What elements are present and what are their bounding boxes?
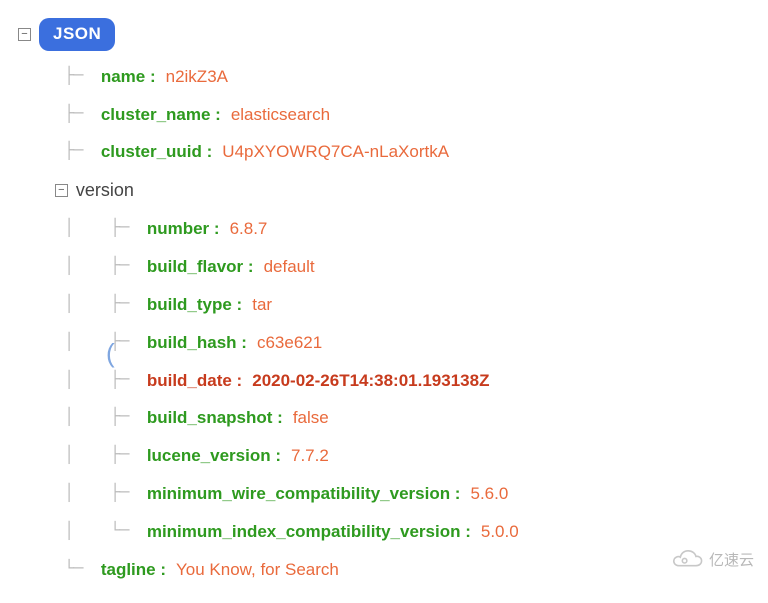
field-build-type: │ ├─ build_type : tar <box>18 293 760 317</box>
collapse-icon[interactable]: − <box>55 184 68 197</box>
field-tagline: └─ tagline : You Know, for Search <box>18 558 760 582</box>
field-name: ├─ name : n2ikZ3A <box>18 65 760 89</box>
key-label: cluster_name : <box>101 103 221 127</box>
tree-connector: ├─ <box>18 65 101 89</box>
watermark: 亿速云 <box>669 549 754 570</box>
key-label: build_snapshot : <box>147 406 283 430</box>
tree-connector: │ ├─ <box>18 482 147 506</box>
value-text: 6.8.7 <box>230 217 268 241</box>
key-label: minimum_index_compatibility_version : <box>147 520 471 544</box>
field-build-date: │ ├─ build_date : 2020-02-26T14:38:01.19… <box>18 369 760 393</box>
json-tree: − JSON ├─ name : n2ikZ3A ├─ cluster_name… <box>0 0 768 603</box>
tree-connector: ├─ <box>18 103 101 127</box>
tree-connector: │ ├─ <box>18 293 147 317</box>
field-number: │ ├─ number : 6.8.7 <box>18 217 760 241</box>
field-min-index: │ └─ minimum_index_compatibility_version… <box>18 520 760 544</box>
value-text: 5.0.0 <box>481 520 519 544</box>
key-label: build_flavor : <box>147 255 254 279</box>
value-text: n2ikZ3A <box>166 65 228 89</box>
tree-connector: │ ├─ <box>18 406 147 430</box>
highlight-brace-icon: ( <box>106 338 115 369</box>
field-version: − version <box>18 178 760 203</box>
json-badge: JSON <box>39 18 115 51</box>
key-label: name : <box>101 65 156 89</box>
object-key: version <box>76 178 134 203</box>
key-label: cluster_uuid : <box>101 140 212 164</box>
value-text: U4pXYOWRQ7CA-nLaXortkA <box>222 140 449 164</box>
field-cluster-name: ├─ cluster_name : elasticsearch <box>18 103 760 127</box>
tree-connector: └─ <box>18 558 101 582</box>
cloud-icon <box>669 550 703 570</box>
key-label: build_date : <box>147 369 242 393</box>
root-row: − JSON <box>18 18 760 51</box>
key-label: number : <box>147 217 220 241</box>
field-lucene-version: │ ├─ lucene_version : 7.7.2 <box>18 444 760 468</box>
key-label: lucene_version : <box>147 444 281 468</box>
value-text: 2020-02-26T14:38:01.193138Z <box>252 369 489 393</box>
tree-connector: │ ├─ <box>18 255 147 279</box>
tree-connector: │ ├─ <box>18 444 147 468</box>
value-text: default <box>264 255 315 279</box>
value-text: tar <box>252 293 272 317</box>
tree-connector: │ ├─ <box>18 331 147 355</box>
tree-connector: │ └─ <box>18 520 147 544</box>
tree-connector: │ ├─ <box>18 369 147 393</box>
key-label: build_hash : <box>147 331 247 355</box>
tree-connector: │ ├─ <box>18 217 147 241</box>
field-build-snapshot: │ ├─ build_snapshot : false <box>18 406 760 430</box>
collapse-icon[interactable]: − <box>18 28 31 41</box>
key-label: build_type : <box>147 293 242 317</box>
value-text: c63e621 <box>257 331 322 355</box>
value-text: false <box>293 406 329 430</box>
value-text: 7.7.2 <box>291 444 329 468</box>
watermark-text: 亿速云 <box>709 549 754 570</box>
key-label: tagline : <box>101 558 166 582</box>
tree-connector <box>18 179 55 203</box>
value-text: elasticsearch <box>231 103 330 127</box>
value-text: You Know, for Search <box>176 558 339 582</box>
field-build-hash: │ ├─ build_hash : c63e621 <box>18 331 760 355</box>
field-cluster-uuid: ├─ cluster_uuid : U4pXYOWRQ7CA-nLaXortkA <box>18 140 760 164</box>
value-text: 5.6.0 <box>470 482 508 506</box>
field-build-flavor: │ ├─ build_flavor : default <box>18 255 760 279</box>
key-label: minimum_wire_compatibility_version : <box>147 482 461 506</box>
field-min-wire: │ ├─ minimum_wire_compatibility_version … <box>18 482 760 506</box>
tree-connector: ├─ <box>18 140 101 164</box>
